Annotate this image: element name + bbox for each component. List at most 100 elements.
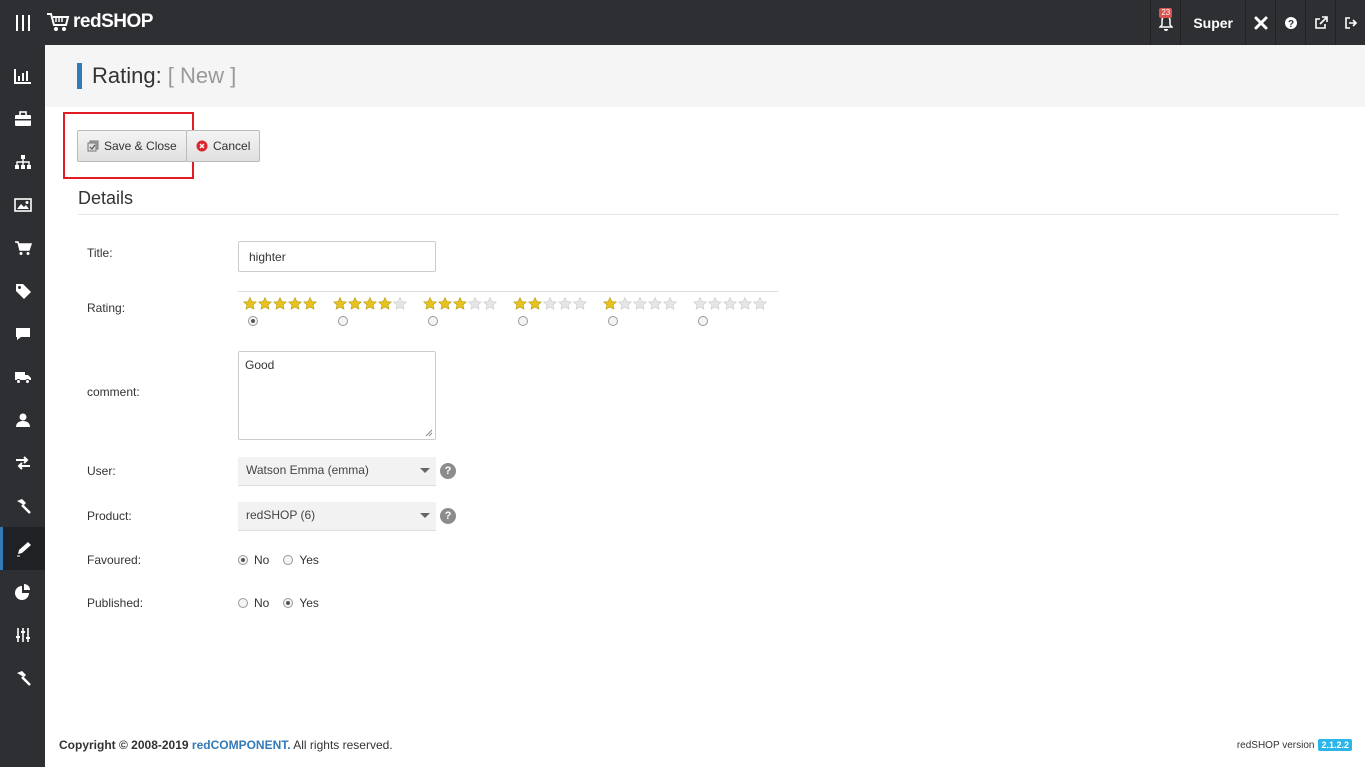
- rating-option-5[interactable]: [243, 297, 333, 326]
- comment-icon[interactable]: [0, 312, 45, 355]
- brand-name: redSHOP: [73, 11, 153, 32]
- published-yes-radio[interactable]: [283, 598, 294, 608]
- rating-radio-2[interactable]: [518, 316, 528, 326]
- favoured-no-radio[interactable]: [238, 555, 248, 565]
- favoured-no-label: No: [254, 553, 270, 567]
- product-help-icon[interactable]: ?: [440, 508, 456, 524]
- star-filled-icon: [438, 297, 452, 310]
- published-yes-label: Yes: [299, 596, 319, 610]
- cancel-button[interactable]: Cancel: [186, 130, 261, 162]
- star-empty-icon: [573, 297, 587, 310]
- title-input[interactable]: highter: [238, 241, 436, 272]
- star-empty-icon: [483, 297, 497, 310]
- rating-radio-5[interactable]: [248, 316, 258, 326]
- chevron-down-icon: [420, 468, 430, 473]
- hammer-icon[interactable]: [0, 484, 45, 527]
- image-icon[interactable]: [0, 183, 45, 226]
- save-close-button[interactable]: Save & Close: [77, 130, 187, 162]
- star-filled-icon: [273, 297, 287, 310]
- briefcase-icon[interactable]: [0, 97, 45, 140]
- logout-icon[interactable]: [1335, 0, 1365, 45]
- rating-radio-4[interactable]: [338, 316, 348, 326]
- product-select-value: redSHOP (6): [246, 508, 316, 522]
- footer-copyright: Copyright © 2008-2019 redCOMPONENT. All …: [59, 738, 393, 752]
- sitemap-icon[interactable]: [0, 140, 45, 183]
- star-filled-icon: [603, 297, 617, 310]
- rating-radio-3[interactable]: [428, 316, 438, 326]
- external-link-icon[interactable]: [1305, 0, 1335, 45]
- star-filled-icon: [258, 297, 272, 310]
- title-label: Title:: [87, 246, 113, 260]
- footer-version: redSHOP version 2.1.2.2: [1237, 739, 1352, 751]
- cancel-label: Cancel: [213, 139, 251, 153]
- star-filled-icon: [363, 297, 377, 310]
- rating-radio-0[interactable]: [698, 316, 708, 326]
- rating-label: Rating:: [87, 301, 126, 315]
- resize-grip-icon[interactable]: [425, 429, 433, 437]
- rating-option-4[interactable]: [333, 297, 423, 326]
- tag-icon[interactable]: [0, 269, 45, 312]
- cart-icon[interactable]: [0, 226, 45, 269]
- rating-stars-1: [603, 297, 693, 310]
- favoured-yes-label: Yes: [299, 553, 319, 567]
- menu-toggle-icon[interactable]: [0, 0, 45, 45]
- cancel-icon: [196, 140, 208, 152]
- top-right-toolbar: 23 Super ?: [1150, 0, 1365, 45]
- rating-stars-2: [513, 297, 603, 310]
- user-help-icon[interactable]: ?: [440, 463, 456, 479]
- favoured-yes-radio[interactable]: [283, 555, 294, 565]
- sliders-icon[interactable]: [0, 613, 45, 656]
- star-empty-icon: [693, 297, 707, 310]
- tools-icon[interactable]: [0, 656, 45, 699]
- rating-radio-1[interactable]: [608, 316, 618, 326]
- star-filled-icon: [423, 297, 437, 310]
- help-icon[interactable]: ?: [1275, 0, 1305, 45]
- rating-option-3[interactable]: [423, 297, 513, 326]
- joomla-icon[interactable]: [1245, 0, 1275, 45]
- chevron-down-icon: [420, 513, 430, 518]
- star-empty-icon: [633, 297, 647, 310]
- brand-logo[interactable]: redSHOP: [46, 6, 153, 38]
- rating-option-1[interactable]: [603, 297, 693, 326]
- star-filled-icon: [303, 297, 317, 310]
- company-link[interactable]: redCOMPONENT.: [192, 738, 291, 752]
- star-filled-icon: [513, 297, 527, 310]
- star-filled-icon: [348, 297, 362, 310]
- rating-stars-0: [693, 297, 783, 310]
- user-icon[interactable]: [0, 398, 45, 441]
- published-no-radio[interactable]: [238, 598, 248, 608]
- comment-textarea[interactable]: Good: [238, 351, 436, 440]
- notification-badge: 23: [1159, 8, 1173, 18]
- exchange-icon[interactable]: [0, 441, 45, 484]
- dashboard-stats-icon[interactable]: [0, 54, 45, 97]
- save-icon: [87, 140, 99, 152]
- notifications-button[interactable]: 23: [1150, 0, 1180, 45]
- user-select-value: Watson Emma (emma): [246, 463, 369, 477]
- sidebar: [0, 45, 45, 767]
- rating-option-0[interactable]: [693, 297, 783, 326]
- page-title-status: [ New ]: [167, 63, 237, 88]
- details-heading: Details: [78, 188, 134, 208]
- user-menu[interactable]: Super: [1180, 0, 1245, 45]
- star-empty-icon: [723, 297, 737, 310]
- star-empty-icon: [738, 297, 752, 310]
- copyright-text: Copyright © 2008-2019: [59, 738, 189, 752]
- comment-label: comment:: [87, 385, 140, 399]
- page-header: Rating: [ New ]: [45, 45, 1365, 107]
- rating-option-2[interactable]: [513, 297, 603, 326]
- star-empty-icon: [663, 297, 677, 310]
- star-empty-icon: [558, 297, 572, 310]
- pencil-icon[interactable]: [0, 527, 45, 570]
- cart-logo-icon: [47, 13, 70, 31]
- product-select[interactable]: redSHOP (6): [238, 502, 436, 531]
- star-filled-icon: [333, 297, 347, 310]
- truck-icon[interactable]: [0, 355, 45, 398]
- user-select[interactable]: Watson Emma (emma): [238, 457, 436, 486]
- star-filled-icon: [528, 297, 542, 310]
- version-label: redSHOP version: [1236, 739, 1315, 751]
- rating-options: [238, 291, 778, 331]
- save-close-label: Save & Close: [104, 139, 177, 153]
- pie-chart-icon[interactable]: [0, 570, 45, 613]
- product-label: Product:: [87, 509, 132, 523]
- favoured-radio-group: No Yes: [238, 553, 319, 567]
